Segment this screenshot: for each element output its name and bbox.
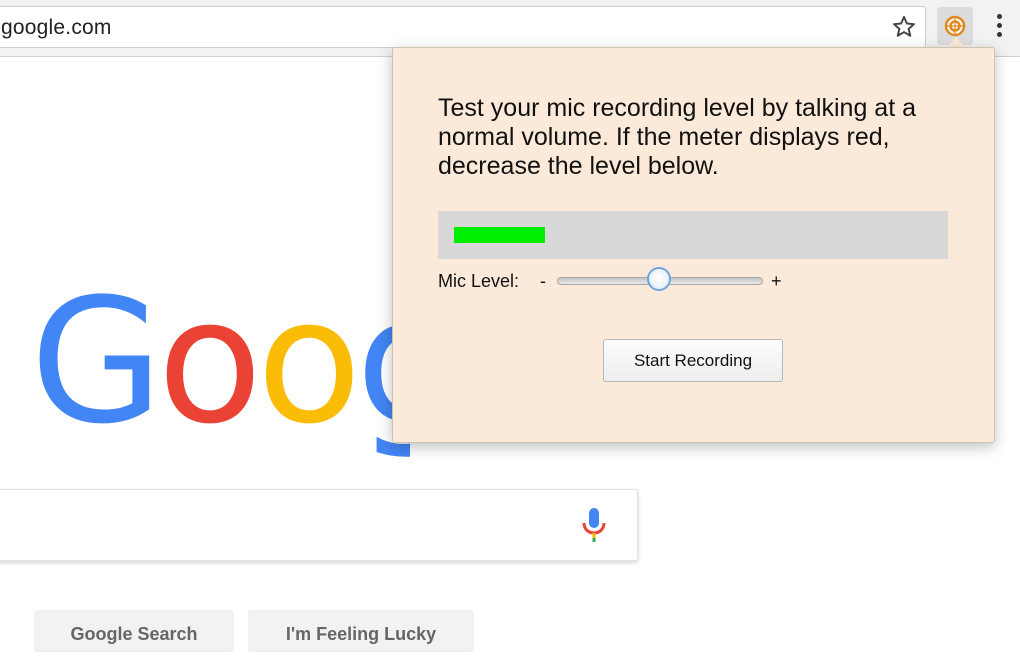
logo-letter: G [30, 262, 163, 462]
star-icon[interactable] [891, 14, 917, 40]
search-input[interactable] [0, 489, 638, 561]
google-logo: Googl [30, 262, 410, 462]
mic-level-slider-thumb[interactable] [647, 267, 671, 291]
mic-test-popup: Test your mic recording level by talking… [392, 47, 995, 443]
level-meter-fill [454, 227, 545, 243]
google-search-button[interactable]: Google Search [34, 610, 234, 652]
kebab-menu-icon[interactable] [990, 14, 1008, 40]
target-icon [944, 15, 966, 37]
logo-letter: o [256, 262, 362, 462]
mic-level-label: Mic Level: [438, 271, 520, 291]
logo-letter: o [157, 262, 262, 462]
start-recording-button[interactable]: Start Recording [603, 339, 783, 382]
mic-icon[interactable] [580, 506, 608, 546]
address-bar-url[interactable]: .google.com [0, 16, 112, 40]
address-bar[interactable]: .google.com [0, 6, 926, 48]
feeling-lucky-button[interactable]: I'm Feeling Lucky [248, 610, 474, 652]
slider-min-label: - [540, 271, 546, 291]
slider-max-label: + [771, 271, 782, 291]
popup-instructions: Test your mic recording level by talking… [438, 94, 916, 180]
level-meter [438, 211, 948, 259]
